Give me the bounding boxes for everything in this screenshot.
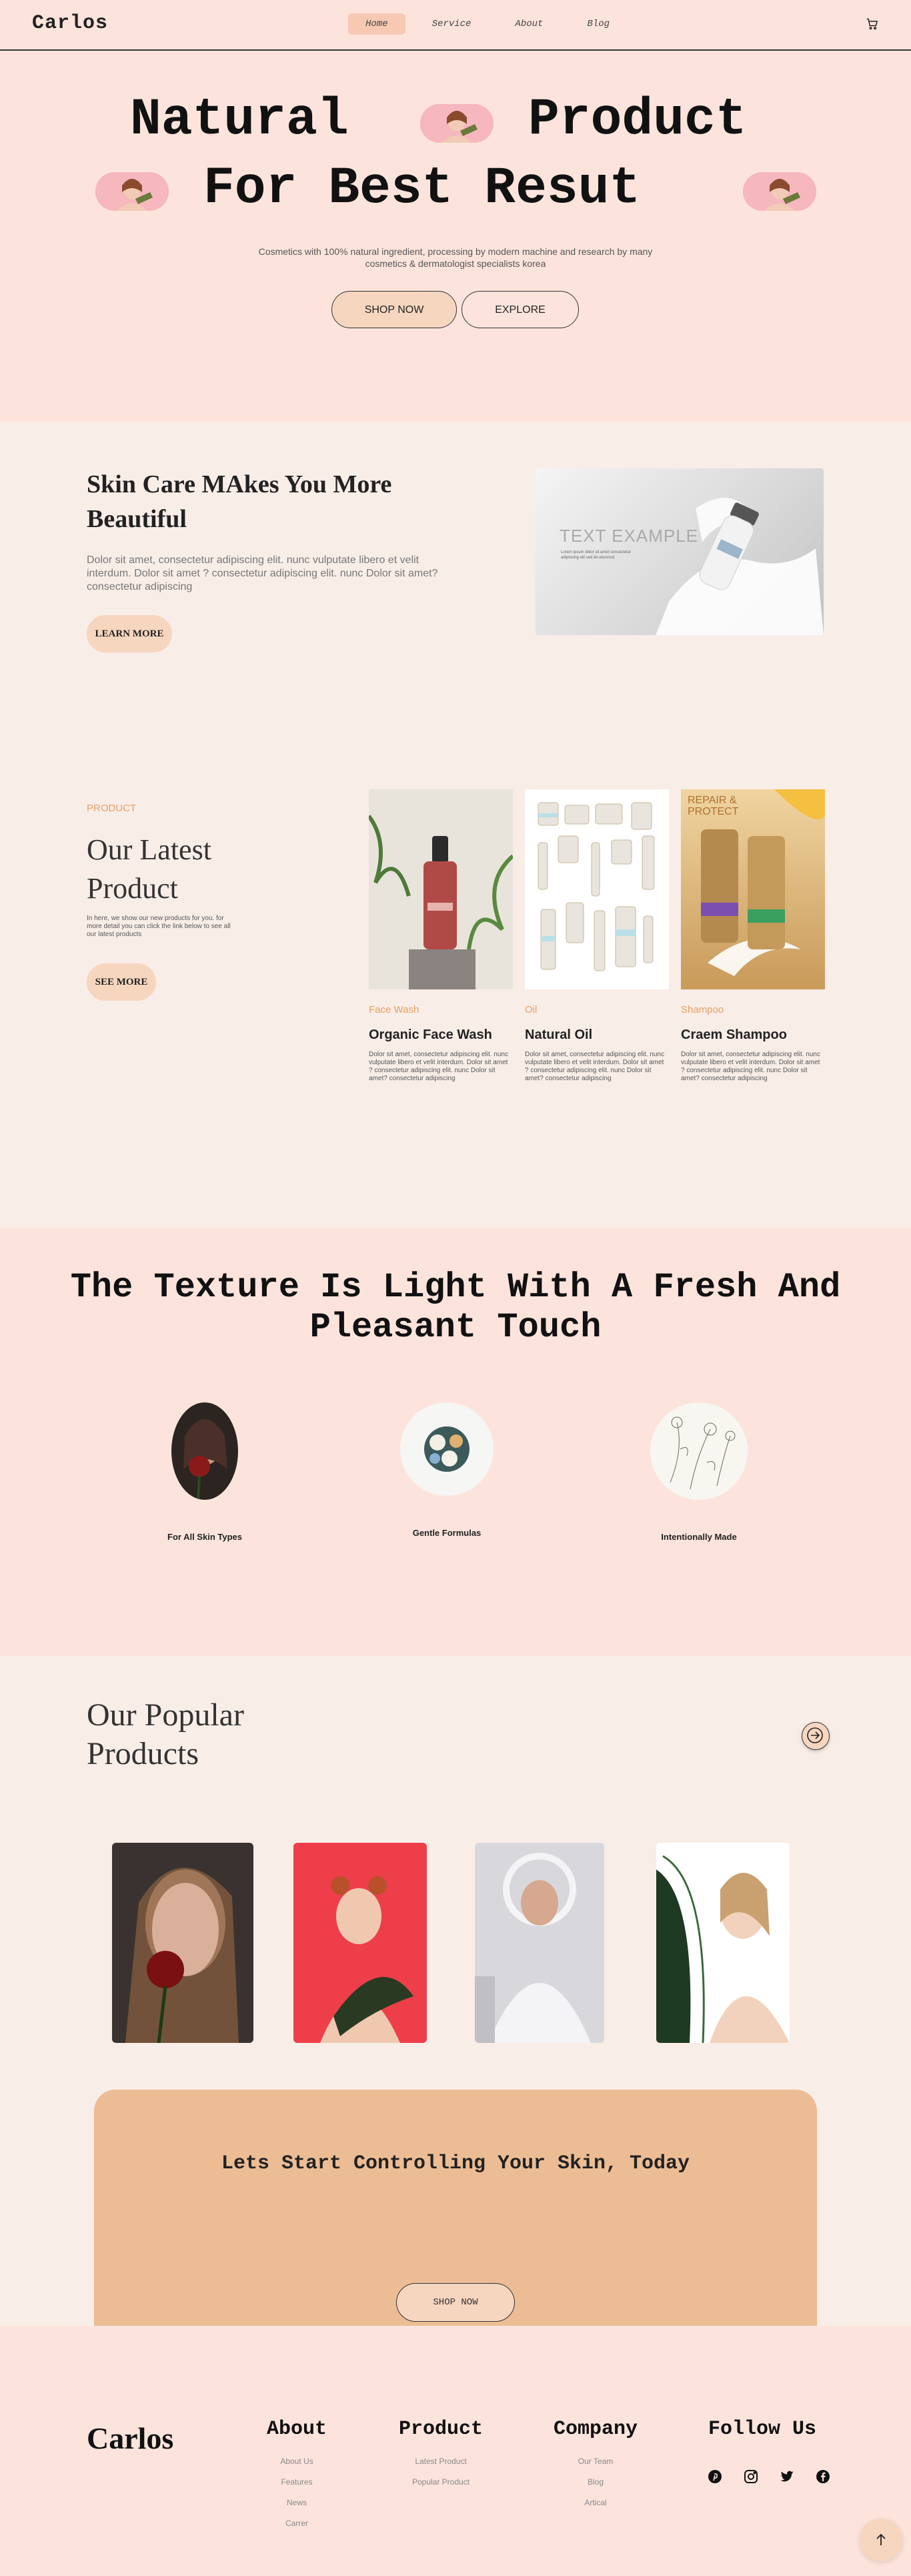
footer-link[interactable]: Artical [554, 2498, 638, 2507]
hero-headline-line2: For Best Resut [203, 159, 641, 218]
product-image-face-wash [369, 789, 513, 989]
product-category: Face Wash [369, 1004, 419, 1015]
popular-title: Our Popular Products [87, 1697, 244, 1771]
product-card[interactable]: Oil Natural Oil Dolor sit amet, consecte… [525, 789, 669, 1083]
nav-link-home[interactable]: Home [348, 13, 405, 35]
feature-item: For All Skin Types [138, 1402, 271, 1542]
footer-logo[interactable]: Carlos [87, 2421, 173, 2456]
shampoo-image-label: REPAIR & PROTECT [688, 795, 739, 817]
cta-shop-now-button[interactable]: SHOP NOW [396, 2283, 515, 2322]
product-card[interactable]: REPAIR & PROTECT Shampoo Craem Shampoo D… [681, 789, 825, 1083]
feature-image-flowers [400, 1402, 494, 1496]
see-more-button[interactable]: SEE MORE [87, 963, 156, 1001]
footer-link[interactable]: About Us [267, 2457, 327, 2466]
feature-image-rose-model [171, 1402, 238, 1500]
feature-item: Gentle Formulas [380, 1402, 514, 1538]
latest-text: In here, we show our new products for yo… [87, 915, 231, 938]
footer-link[interactable]: Features [267, 2477, 327, 2487]
footer-column-about: About About Us Features News Carrer [267, 2418, 327, 2539]
texture-title: The Texture Is Light With A Fresh And Pl… [70, 1268, 841, 1347]
footer-link[interactable]: Latest Product [399, 2457, 483, 2466]
explore-button[interactable]: EXPLORE [462, 291, 579, 328]
footer-link[interactable]: Popular Product [399, 2477, 483, 2487]
hero-model-pill-image [743, 172, 816, 211]
nav-link-about[interactable]: About [498, 13, 560, 35]
hero-section: Natural Product For Best Resut Cosmetics… [0, 51, 911, 422]
twitter-icon[interactable] [779, 2469, 795, 2485]
latest-title: Our Latest Product [87, 833, 211, 905]
feature-image-botanical-sketch [650, 1402, 748, 1500]
hero-model-pill-image [95, 172, 169, 211]
product-category: Shampoo [681, 1004, 724, 1015]
nav-link-blog[interactable]: Blog [570, 13, 627, 35]
product-card[interactable]: Face Wash Organic Face Wash Dolor sit am… [369, 789, 513, 1083]
arrow-up-icon[interactable] [860, 2519, 902, 2561]
footer-heading: Follow Us [708, 2418, 817, 2441]
feature-label: For All Skin Types [167, 1532, 242, 1542]
footer-link[interactable]: Blog [554, 2477, 638, 2487]
product-category: Oil [525, 1004, 538, 1015]
footer-link[interactable]: Carrer [267, 2519, 327, 2528]
footer-heading: Company [554, 2418, 638, 2441]
hero-headline-word: Product [528, 91, 747, 149]
footer-column-product: Product Latest Product Popular Product [399, 2418, 483, 2498]
top-nav: Carlos Home Service About Blog [0, 0, 911, 51]
social-links [707, 2469, 831, 2485]
product-image-shampoo: REPAIR & PROTECT [681, 789, 825, 989]
hero-headline-word: Natural [130, 91, 349, 149]
learn-more-button[interactable]: LEARN MORE [87, 615, 172, 653]
footer-heading: Product [399, 2418, 484, 2441]
skincare-image-text: TEXT EXAMPLE [560, 526, 699, 546]
arrow-right-icon[interactable] [802, 1722, 830, 1750]
footer-link[interactable]: News [267, 2498, 327, 2507]
pinterest-icon[interactable] [707, 2469, 723, 2485]
hero-model-pill-image [420, 104, 494, 143]
nav-link-service[interactable]: Service [415, 13, 489, 35]
cart-icon[interactable] [866, 17, 879, 31]
hero-subtitle: Cosmetics with 100% natural ingredient, … [258, 246, 653, 269]
texture-section: The Texture Is Light With A Fresh And Pl… [0, 1228, 911, 1656]
footer-column-follow: Follow Us [708, 2418, 816, 2441]
popular-product-image[interactable] [293, 1843, 427, 2043]
feature-label: Intentionally Made [661, 1532, 737, 1542]
logo[interactable]: Carlos [32, 12, 108, 35]
skincare-image-caption: Lorem ipsum dolor sit amet consectetur a… [561, 550, 632, 560]
footer: Carlos About About Us Features News Carr… [0, 2326, 911, 2576]
footer-column-company: Company Our Team Blog Artical [554, 2418, 638, 2519]
product-name: Natural Oil [525, 1027, 593, 1042]
footer-link[interactable]: Our Team [554, 2457, 638, 2466]
popular-product-image[interactable] [656, 1843, 790, 2043]
skincare-product-image: TEXT EXAMPLE Lorem ipsum dolor sit amet … [536, 468, 824, 635]
feature-item: Intentionally Made [632, 1402, 766, 1542]
skincare-text: Dolor sit amet, consectetur adipiscing e… [87, 554, 438, 592]
nav-links: Home Service About Blog [348, 13, 636, 35]
product-description: Dolor sit amet, consectetur adipiscing e… [681, 1051, 820, 1082]
product-image-oil [525, 789, 669, 989]
popular-product-image[interactable] [475, 1843, 604, 2043]
cta-text: Lets Start Controlling Your Skin, Today [221, 2152, 690, 2175]
shop-now-button[interactable]: SHOP NOW [331, 291, 457, 328]
product-name: Craem Shampoo [681, 1027, 787, 1042]
facebook-icon[interactable] [815, 2469, 831, 2485]
skincare-title: Skin Care MAkes You More Beautiful [87, 470, 392, 533]
popular-product-image[interactable] [112, 1843, 253, 2043]
product-description: Dolor sit amet, consectetur adipiscing e… [525, 1051, 664, 1082]
product-name: Organic Face Wash [369, 1027, 492, 1042]
footer-heading: About [267, 2418, 327, 2441]
latest-tag: PRODUCT [87, 803, 137, 814]
feature-label: Gentle Formulas [412, 1528, 482, 1538]
instagram-icon[interactable] [743, 2469, 759, 2485]
product-description: Dolor sit amet, consectetur adipiscing e… [369, 1051, 508, 1082]
